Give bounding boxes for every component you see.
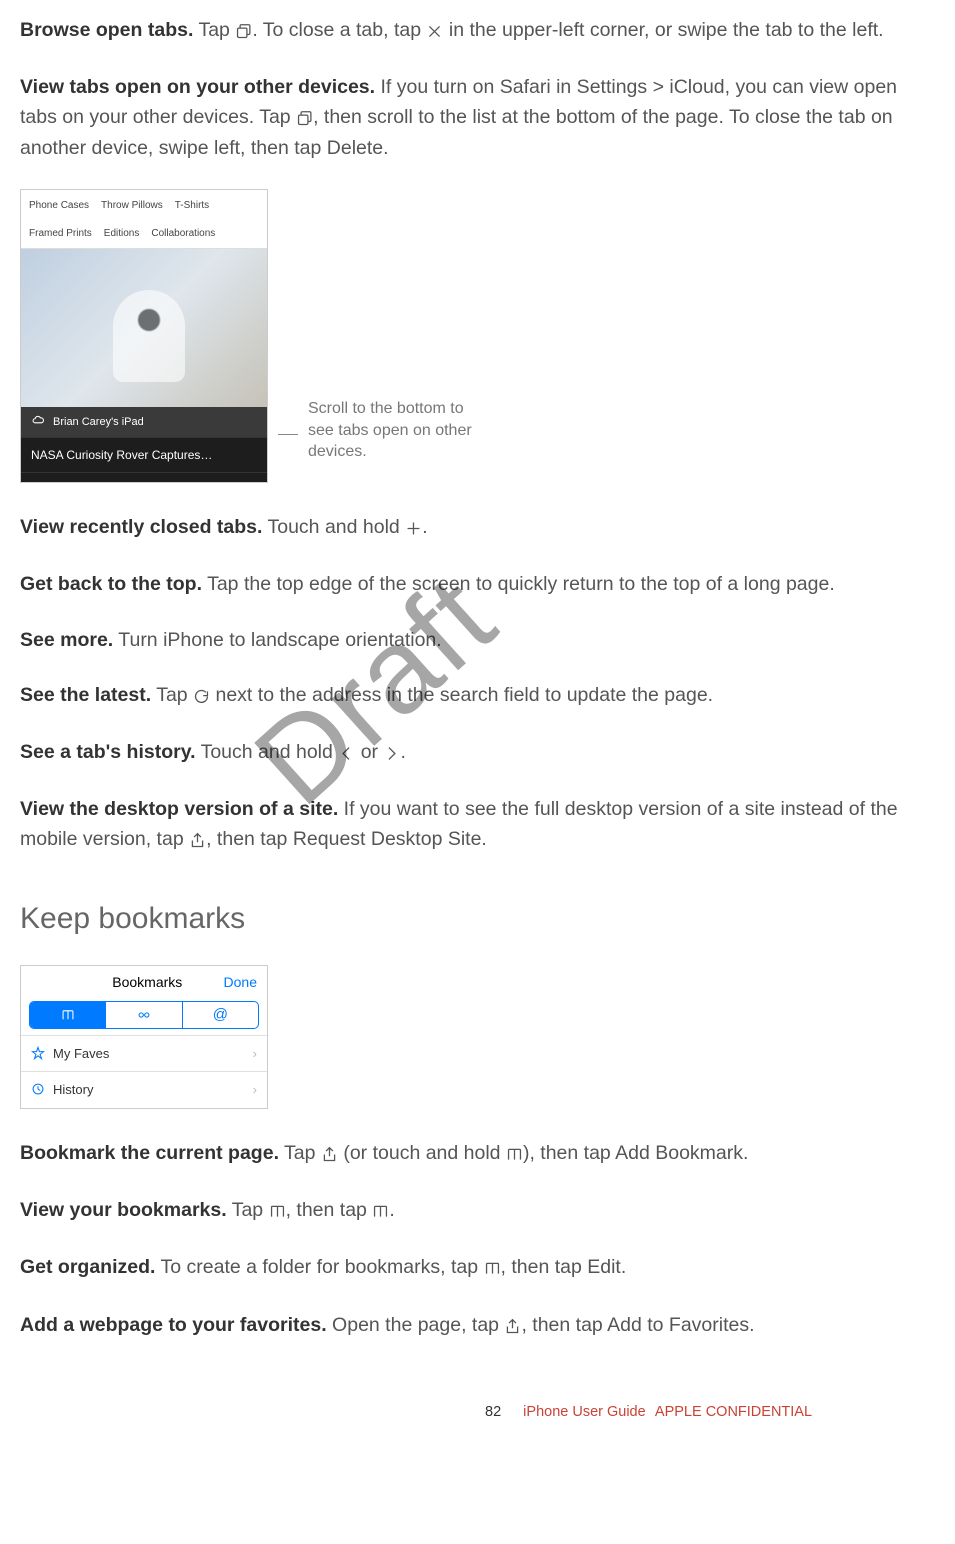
title: View your bookmarks. [20,1199,227,1221]
category: T-Shirts [175,198,209,213]
tabs-icon [235,18,252,47]
paragraph-see-latest: See the latest. Tap next to the address … [20,681,935,712]
title: Get organized. [20,1256,155,1278]
category: Phone Cases [29,198,89,213]
chevron-right-icon: › [253,1044,257,1064]
chevron-right-icon: › [253,1080,257,1100]
text: next to the address in the search field … [210,684,713,706]
bookmarks-segmented-control[interactable]: @ [29,1001,259,1029]
tabs-figure-item: Find Your Perfect Honeymoon… [21,472,267,484]
tabs-figure-image [21,249,267,407]
footer-confidential: APPLE CONFIDENTIAL [655,1404,812,1420]
text: . [400,741,405,763]
done-button[interactable]: Done [224,972,257,993]
title: See more. [20,629,113,651]
paragraph-view-tabs-other-devices: View tabs open on your other devices. If… [20,73,935,163]
text: To create a folder for bookmarks, tap [155,1256,483,1278]
tabs-figure: Phone Cases Throw Pillows T-Shirts Frame… [20,189,268,483]
bookmarks-header: Bookmarks Done [21,966,267,997]
paragraph-get-back-top: Get back to the top. Tap the top edge of… [20,570,935,599]
section-heading-keep-bookmarks: Keep bookmarks [20,896,935,941]
title: View the desktop version of a site. [20,798,338,820]
clock-icon [31,1080,45,1100]
text: , then tap [286,1199,373,1221]
bookmarks-figure: Bookmarks Done @ My Faves › History › [20,965,268,1109]
row-label: My Faves [53,1044,109,1064]
title: Get back to the top. [20,573,202,595]
bookmarks-title: Bookmarks [71,972,224,993]
callout-text: Scroll to the bottom to see tabs open on… [308,398,488,463]
share-icon [321,1141,338,1170]
category: Collaborations [151,226,215,241]
bookmarks-icon [269,1198,286,1227]
text: Tap [193,19,235,41]
text: . To close a tab, tap [252,19,426,41]
back-icon [338,740,355,769]
bookmarks-icon [506,1141,523,1170]
category: Framed Prints [29,226,92,241]
paragraph-see-more: See more. Turn iPhone to landscape orien… [20,626,935,655]
bookmarks-row[interactable]: My Faves › [21,1035,267,1072]
text: Touch and hold [262,516,405,538]
text: Tap [279,1142,321,1164]
seg-at-icon[interactable]: @ [182,1002,258,1028]
paragraph-view-desktop: View the desktop version of a site. If y… [20,795,935,856]
paragraph-browse-open-tabs: Browse open tabs. Tap . To close a tab, … [20,16,935,47]
star-icon [31,1044,45,1064]
text: Tap the top edge of the screen to quickl… [202,573,835,595]
paragraph-get-organized: Get organized. To create a folder for bo… [20,1253,935,1284]
text: Turn iPhone to landscape orientation. [113,629,441,651]
title: See the latest. [20,684,151,706]
text: Tap [151,684,193,706]
text: in the upper-left corner, or swipe the t… [443,19,883,41]
tabs-figure-row: Phone Cases Throw Pillows T-Shirts Frame… [20,189,935,483]
close-icon [426,18,443,47]
text: Tap [227,1199,269,1221]
cloud-label: Brian Carey's iPad [53,414,144,431]
text: , then tap Add to Favorites. [521,1314,754,1336]
row-label: History [53,1080,93,1100]
share-icon [189,827,206,856]
text: , then tap Edit. [501,1256,627,1278]
footer: 82 iPhone User Guide APPLE CONFIDENTIAL [20,1402,935,1424]
paragraph-add-favorites: Add a webpage to your favorites. Open th… [20,1311,935,1342]
tabs-icon [296,105,313,134]
paragraph-view-bookmarks: View your bookmarks. Tap , then tap . [20,1196,935,1227]
title: View recently closed tabs. [20,516,262,538]
title: View tabs open on your other devices. [20,76,375,98]
tabs-figure-categories: Phone Cases Throw Pillows T-Shirts Frame… [21,190,267,249]
text: or [355,741,383,763]
callout-line [278,434,298,435]
footer-guide: iPhone User Guide [523,1404,646,1420]
paragraph-view-recently-closed: View recently closed tabs. Touch and hol… [20,513,935,544]
text: ), then tap Add Bookmark. [523,1142,748,1164]
category: Throw Pillows [101,198,163,213]
text: . [389,1199,394,1221]
seg-bookmarks-icon[interactable] [30,1002,105,1028]
page-number: 82 [485,1404,501,1420]
tabs-figure-item: NASA Curiosity Rover Captures… [21,437,267,472]
text: . [422,516,427,538]
paragraph-bookmark-current: Bookmark the current page. Tap (or touch… [20,1139,935,1170]
title: Add a webpage to your favorites. [20,1314,327,1336]
category: Editions [104,226,140,241]
title: See a tab's history. [20,741,196,763]
plus-icon [405,515,422,544]
reload-icon [193,683,210,712]
bookmarks-icon [372,1198,389,1227]
text: , then tap Request Desktop Site. [206,828,487,850]
paragraph-see-tab-history: See a tab's history. Touch and hold or . [20,738,935,769]
cloud-icon [31,413,45,431]
forward-icon [383,740,400,769]
text: (or touch and hold [338,1142,506,1164]
share-icon [504,1313,521,1342]
text: Touch and hold [196,741,339,763]
text: Open the page, tap [327,1314,505,1336]
seg-readinglist-icon[interactable] [105,1002,181,1028]
bookmarks-icon [484,1255,501,1284]
title: Browse open tabs. [20,19,193,41]
bookmarks-row[interactable]: History › [21,1071,267,1108]
title: Bookmark the current page. [20,1142,279,1164]
tabs-figure-cloud-row: Brian Carey's iPad [21,407,267,437]
